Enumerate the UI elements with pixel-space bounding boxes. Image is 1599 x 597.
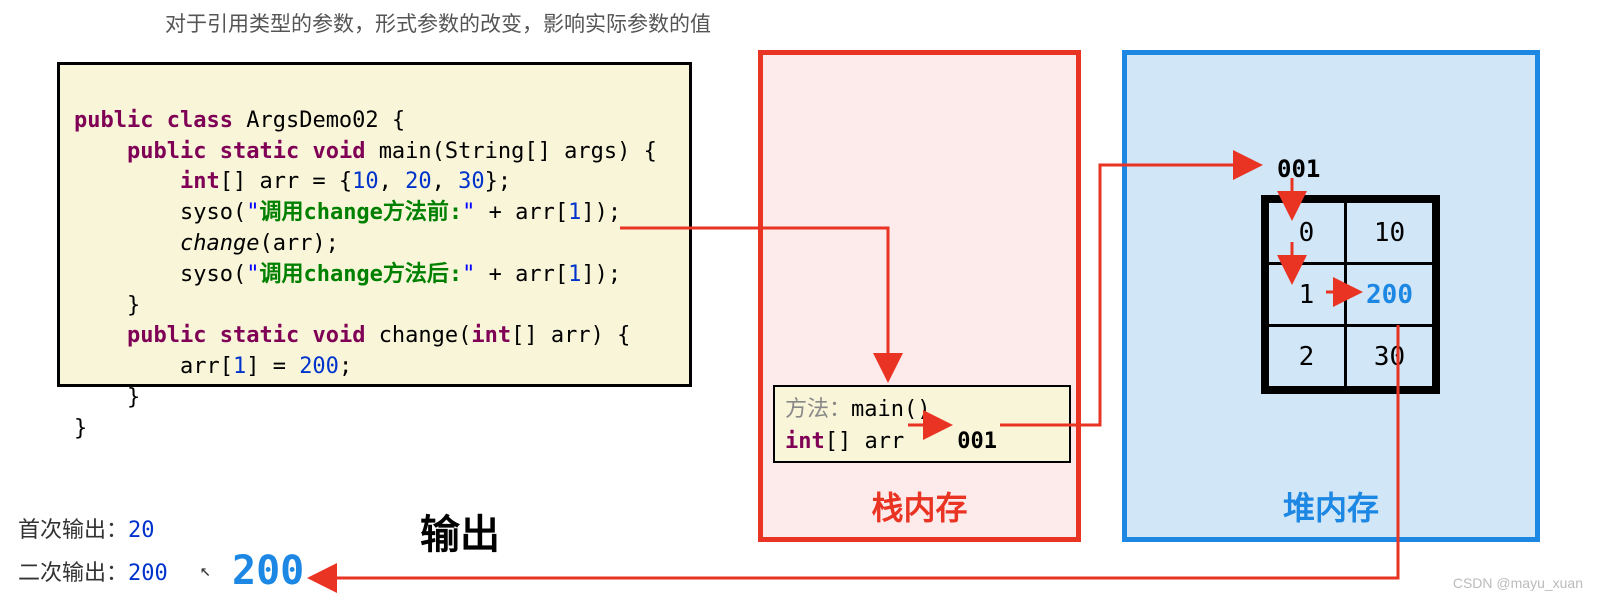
array-index-1: 1 (1268, 264, 1346, 326)
stack-frame-main: 方法：main() int[] arr 001 (773, 385, 1071, 463)
watermark: CSDN @mayu_xuan (1453, 575, 1583, 591)
heap-memory-box: 001 0 10 1 200 2 30 堆内存 (1122, 50, 1540, 542)
code-block: public class ArgsDemo02 { public static … (57, 62, 692, 387)
array-index-0: 0 (1268, 202, 1346, 264)
stack-addr: 001 (957, 429, 997, 454)
stack-memory-box: 方法：main() int[] arr 001 栈内存 (758, 50, 1081, 542)
diagram-title: 对于引用类型的参数，形式参数的改变，影响实际参数的值 (165, 8, 711, 38)
array-val-1: 200 (1346, 264, 1434, 326)
output-label: 输出 (420, 502, 500, 560)
array-grid: 0 10 1 200 2 30 (1261, 195, 1440, 394)
stack-label: 栈内存 (763, 483, 1076, 529)
array-row: 1 200 (1268, 264, 1434, 326)
first-output: 首次输出：20 (18, 512, 155, 544)
code-content: public class ArgsDemo02 { public static … (74, 106, 675, 445)
array-val-0: 10 (1346, 202, 1434, 264)
heap-addr: 001 (1277, 155, 1320, 183)
heap-label: 堆内存 (1127, 483, 1535, 529)
array-val-2: 30 (1346, 326, 1434, 388)
big-output-value: 200 (232, 548, 304, 594)
second-output: 二次输出：200 (18, 555, 168, 587)
array-row: 2 30 (1268, 326, 1434, 388)
cursor-icon: ↖ (200, 560, 211, 581)
array-index-2: 2 (1268, 326, 1346, 388)
array-row: 0 10 (1268, 202, 1434, 264)
